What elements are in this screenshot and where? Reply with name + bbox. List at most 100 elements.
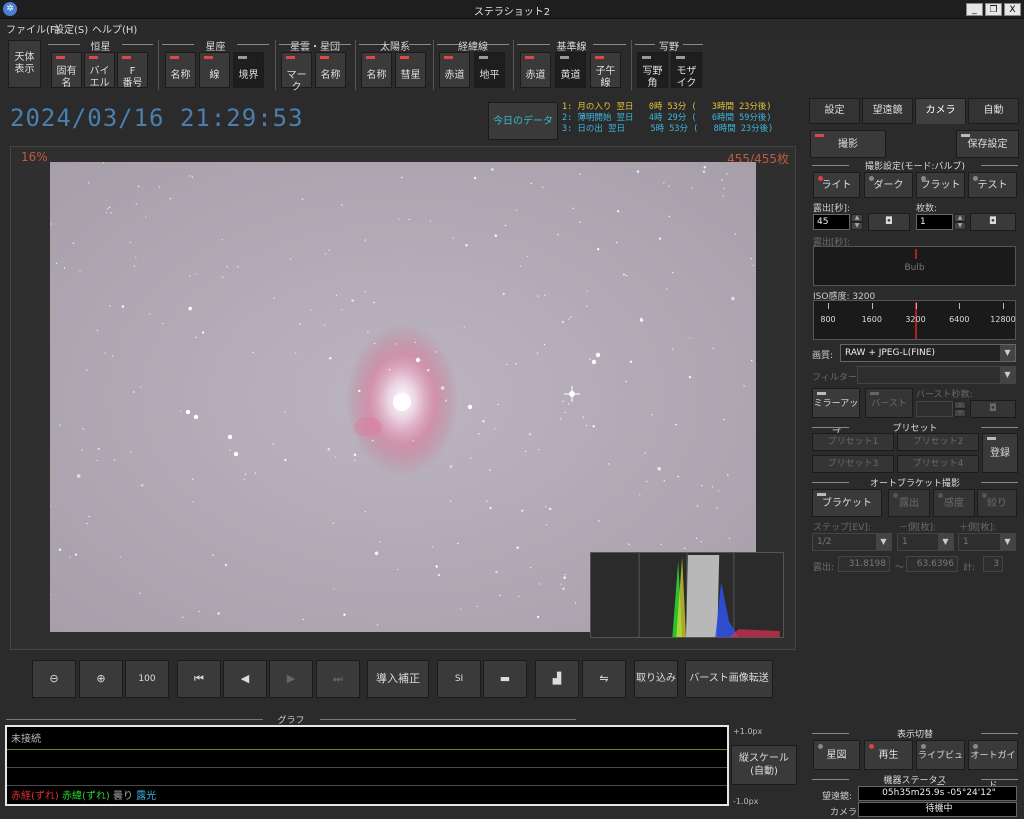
first-frame-button[interactable]: ⏮ xyxy=(177,660,221,698)
preset-3-button[interactable]: プリセット3 xyxy=(812,455,894,473)
histogram-button[interactable]: ▟ xyxy=(535,660,579,698)
toolbar-toggle-button[interactable]: 赤道 xyxy=(439,52,470,88)
prev-frame-button[interactable]: ◀ xyxy=(223,660,267,698)
count-up-spinner[interactable]: ▲ xyxy=(954,214,966,222)
toolbar-toggle-button[interactable]: 黄道 xyxy=(555,52,586,88)
quality-select[interactable]: RAW + JPEG-L(FINE) ▼ xyxy=(840,344,1016,362)
toolbar-group-title: 写野 xyxy=(635,38,703,53)
toolbar-toggle-button[interactable]: 線 xyxy=(199,52,230,88)
toolbar-toggle-button[interactable]: モザ イク xyxy=(671,52,702,89)
menu-file[interactable]: ファイル(F) xyxy=(6,21,60,36)
zoom-out-button[interactable]: ⊖ xyxy=(32,660,76,698)
sky-display-button[interactable]: 天体 表示 xyxy=(8,40,41,88)
capture-button[interactable]: 取り込み xyxy=(634,660,678,698)
display-playback-button[interactable]: 再生 xyxy=(864,740,913,770)
preset-4-button[interactable]: プリセット4 xyxy=(897,455,979,473)
toolbar-group-title: 太陽系 xyxy=(359,38,431,53)
zoom-in-button[interactable]: ⊕ xyxy=(79,660,123,698)
play-button[interactable]: ▶ xyxy=(269,660,313,698)
count-down-spinner[interactable]: ▼ xyxy=(954,222,966,230)
bracket-iso-button[interactable]: 感度 xyxy=(933,489,975,517)
step-select[interactable]: 1/2 ▼ xyxy=(812,533,892,551)
compare-button[interactable]: ⇋ xyxy=(582,660,626,698)
tab-settings[interactable]: 設定 xyxy=(809,98,860,124)
iso-slider[interactable]: 800 1600 3200 6400 12800 xyxy=(813,300,1016,340)
frame-dark-button[interactable]: ダーク xyxy=(864,172,913,198)
tab-auto[interactable]: 自動 xyxy=(968,98,1019,124)
toolbar-toggle-button[interactable]: 赤道 xyxy=(520,52,551,88)
exposure-up-spinner[interactable]: ▲ xyxy=(851,214,863,222)
toolbar-toggle-button[interactable]: 境界 xyxy=(233,52,264,88)
frame-flat-button[interactable]: フラット xyxy=(916,172,965,198)
count-input[interactable]: 1 xyxy=(916,214,953,230)
toolbar-button-label: 子午 線 xyxy=(595,66,616,89)
display-chart-button[interactable]: 星図 xyxy=(813,740,860,770)
toolbar-toggle-button[interactable]: マーク xyxy=(281,52,312,93)
bracket-aperture-button[interactable]: 絞り xyxy=(977,489,1017,517)
tab-telescope[interactable]: 望遠鏡 xyxy=(862,98,913,124)
shoot-button[interactable]: 撮影 xyxy=(810,130,886,158)
exposure-lock-icon[interactable]: ◘ xyxy=(868,213,910,231)
toolbar-toggle-button[interactable]: 写野 角 xyxy=(637,52,668,89)
plus-count-select[interactable]: 1 ▼ xyxy=(958,533,1016,551)
toolbar-button-label: 境界 xyxy=(238,70,259,81)
intro-correction-button[interactable]: 導入補正 xyxy=(367,660,429,698)
last-frame-button[interactable]: ⏭ xyxy=(316,660,360,698)
bulb-slider[interactable]: Bulb xyxy=(813,246,1016,286)
exposure-input[interactable]: 45 xyxy=(813,214,850,230)
close-button[interactable]: X xyxy=(1004,3,1021,16)
today-data-button[interactable]: 今日のデータ xyxy=(488,102,558,140)
save-settings-button[interactable]: 保存設定 xyxy=(956,130,1019,158)
filter-select[interactable]: ▼ xyxy=(857,366,1016,384)
preset-1-button[interactable]: プリセット1 xyxy=(812,433,894,451)
exposure-down-spinner[interactable]: ▼ xyxy=(851,222,863,230)
burst-transfer-button[interactable]: バースト画像転送 xyxy=(685,660,773,698)
count-lock-icon[interactable]: ◘ xyxy=(970,213,1016,231)
burst-button[interactable]: バースト xyxy=(865,388,913,418)
preset-2-button[interactable]: プリセット2 xyxy=(897,433,979,451)
actual-size-button[interactable]: 100 xyxy=(125,660,169,698)
bracket-exposure-button[interactable]: 露出 xyxy=(888,489,930,517)
menu-help[interactable]: ヘルプ(H) xyxy=(92,21,137,36)
folder-icon[interactable]: ▬ xyxy=(483,660,527,698)
burst-up-spinner[interactable]: ▲ xyxy=(954,401,966,409)
toolbar-toggle-button[interactable]: 名称 xyxy=(315,52,346,88)
frame-light-button[interactable]: ライト xyxy=(813,172,860,198)
mirror-up-button[interactable]: ミラーアップ xyxy=(812,388,860,439)
toolbar-toggle-button[interactable]: 地平 xyxy=(474,52,505,88)
equipment-status-title: 機器ステータス xyxy=(812,773,1019,786)
bracket-button[interactable]: ブラケット xyxy=(812,489,882,517)
si-button[interactable]: SI xyxy=(437,660,481,698)
tab-camera[interactable]: カメラ xyxy=(915,98,966,124)
register-preset-button[interactable]: 登録 xyxy=(982,433,1018,473)
toolbar-toggle-button[interactable]: 固有 名 xyxy=(51,52,82,89)
frame-test-button[interactable]: テスト xyxy=(968,172,1017,198)
burst-down-spinner[interactable]: ▼ xyxy=(954,409,966,417)
toolbar-button-label: マーク xyxy=(286,70,307,93)
minimize-button[interactable]: _ xyxy=(966,3,983,16)
toolbar-button-label: 写野 角 xyxy=(642,66,663,89)
menu-settings[interactable]: 設定(S) xyxy=(54,21,88,36)
toolbar-group-title: 基準線 xyxy=(517,38,626,53)
toolbar-group-title: 恒星 xyxy=(48,38,153,53)
total-value: 3 xyxy=(983,556,1003,572)
toolbar-toggle-button[interactable]: 名称 xyxy=(165,52,196,88)
display-autoguide-button[interactable]: オートガイド xyxy=(968,740,1018,791)
iso-tick-label: 800 xyxy=(820,315,836,324)
exposure-range-label: 露出: xyxy=(813,563,835,573)
toolbar-group-title: 経緯線 xyxy=(437,38,509,53)
minus-count-select[interactable]: 1 ▼ xyxy=(897,533,954,551)
toolbar-toggle-button[interactable]: 子午 線 xyxy=(590,52,621,89)
maximize-button[interactable]: ❐ xyxy=(985,3,1002,16)
toolbar-button-label: 名称 xyxy=(366,70,387,81)
toolbar-toggle-button[interactable]: F 番号 xyxy=(117,52,148,89)
toolbar-toggle-button[interactable]: 名称 xyxy=(361,52,392,88)
display-liveview-button[interactable]: ライブビュー xyxy=(916,740,965,791)
burst-seconds-input[interactable] xyxy=(916,401,953,417)
burst-lock-icon[interactable]: ◘ xyxy=(970,400,1016,418)
vertical-scale-button[interactable]: 縦スケール (自動) xyxy=(731,745,797,785)
image-viewer[interactable]: 16% 455/455枚 xyxy=(10,146,796,650)
toolbar-toggle-button[interactable]: 彗星 xyxy=(395,52,426,88)
toolbar-toggle-button[interactable]: バイ エル xyxy=(84,52,115,89)
sky-events-list: 1: 月の入り 翌日 0時 53分 ( 3時間 23分後) 2: 薄明開始 翌日 … xyxy=(562,102,800,135)
